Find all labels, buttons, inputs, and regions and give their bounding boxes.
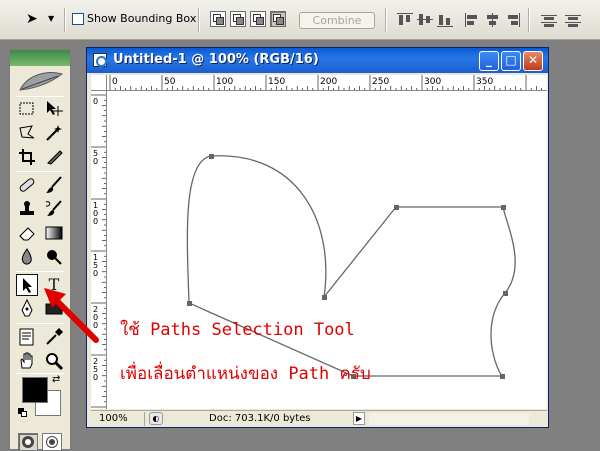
toolbox-separator — [16, 96, 64, 97]
ruler-left-label: 0 — [93, 269, 98, 278]
status-bar: 100% ◐ Doc: 703.1K/0 bytes ▶ — [91, 410, 547, 426]
zoom-icon[interactable] — [43, 350, 65, 372]
ruler-top-label: 350 — [476, 77, 493, 87]
crop-icon[interactable] — [16, 146, 38, 168]
minimize-button[interactable]: _ — [479, 51, 499, 71]
quick-mask-mode-button[interactable] — [42, 433, 62, 451]
notes-icon[interactable] — [16, 326, 38, 348]
path-selection-preset-icon: ➤ — [26, 11, 38, 27]
ruler-left-label: 0 — [93, 373, 98, 382]
toolbox-panel: T ⇄ — [9, 49, 71, 451]
blur-icon[interactable] — [16, 246, 38, 268]
options-separator — [64, 8, 66, 32]
move-icon[interactable] — [43, 98, 65, 120]
align-vertical-centers-icon[interactable] — [416, 12, 434, 28]
status-menu-arrow-icon[interactable]: ▶ — [353, 412, 365, 425]
brush-icon[interactable] — [43, 174, 65, 196]
align-bottom-edges-icon[interactable] — [436, 12, 454, 28]
show-bounding-box-checkbox[interactable] — [72, 12, 84, 25]
default-colors-icon[interactable] — [18, 408, 27, 417]
ruler-top-label: 150 — [268, 77, 285, 87]
magic-wand-icon[interactable] — [43, 122, 65, 144]
toolbox-separator — [16, 171, 64, 172]
clone-stamp-icon[interactable] — [16, 198, 38, 220]
exclude-overlapping-path-areas-button[interactable] — [270, 11, 286, 27]
healing-brush-icon[interactable] — [16, 174, 38, 196]
shape-icon[interactable] — [43, 298, 65, 320]
horizontal-scrollbar[interactable] — [369, 413, 529, 425]
document-title-bar[interactable]: Untitled-1 @ 100% (RGB/16) _ □ ✕ — [87, 48, 548, 73]
ruler-left-label: 0 — [93, 321, 98, 330]
photoshop-document-icon — [93, 53, 107, 67]
document-size-info: Doc: 703.1K/0 bytes — [209, 413, 311, 424]
path-selection-icon[interactable] — [16, 274, 38, 296]
intersect-path-areas-button[interactable] — [250, 11, 266, 27]
maximize-button[interactable]: □ — [501, 51, 521, 71]
align-right-edges-icon[interactable] — [504, 12, 522, 28]
ruler-left-label: 0 — [93, 217, 98, 226]
annotation-line-1: ใช้ Paths Selection Tool — [120, 320, 355, 340]
toolbox-title-bar[interactable] — [10, 50, 70, 66]
combine-button[interactable]: Combine — [299, 12, 375, 29]
ruler-top-label: 200 — [320, 77, 337, 87]
ruler-top-label: 300 — [424, 77, 441, 87]
tool-preset-picker[interactable]: ➤ ▼ — [22, 9, 62, 31]
ruler-top-label: 0 — [112, 77, 118, 87]
annotation-line-2: เพื่อเลื่อนตำแหน่งของ Path ครับ — [120, 364, 371, 384]
horizontal-ruler[interactable]: 0 50 100 150 200 250 300 350 — [107, 75, 547, 91]
eraser-icon[interactable] — [16, 222, 38, 244]
options-separator — [385, 8, 387, 32]
options-bar: ➤ ▼ Show Bounding Box Combine — [0, 0, 600, 40]
show-bounding-box-option[interactable]: Show Bounding Box — [72, 12, 196, 25]
add-to-path-area-button[interactable] — [210, 11, 226, 27]
ruler-top-label: 250 — [372, 77, 389, 87]
ruler-left-label: 0 — [93, 157, 98, 166]
show-bounding-box-label: Show Bounding Box — [87, 12, 197, 25]
ruler-top-label: 100 — [216, 77, 233, 87]
swap-colors-icon[interactable]: ⇄ — [52, 374, 60, 385]
history-brush-icon[interactable] — [43, 198, 65, 220]
pen-icon[interactable] — [16, 298, 38, 320]
options-separator — [198, 8, 200, 32]
path-anchor-points[interactable] — [187, 154, 508, 379]
rectangular-marquee-icon[interactable] — [16, 98, 38, 120]
foreground-color-swatch[interactable] — [22, 377, 48, 403]
distribute-top-icon[interactable] — [540, 12, 558, 28]
chevron-down-icon: ▼ — [48, 14, 55, 23]
vertical-ruler[interactable]: 050100150200250 — [91, 91, 107, 409]
photoshop-feather-logo-icon[interactable] — [14, 68, 66, 96]
ruler-top-label: 50 — [164, 77, 176, 87]
eyedropper-icon[interactable] — [43, 326, 65, 348]
standard-mode-button[interactable] — [18, 433, 38, 451]
toolbox-separator — [16, 271, 64, 272]
slice-icon[interactable] — [43, 146, 65, 168]
type-icon[interactable]: T — [43, 274, 65, 296]
lasso-icon[interactable] — [16, 122, 38, 144]
dodge-icon[interactable] — [43, 246, 65, 268]
distribute-vertical-centers-icon[interactable] — [564, 12, 582, 28]
align-left-edges-icon[interactable] — [464, 12, 482, 28]
align-top-edges-icon[interactable] — [396, 12, 414, 28]
hand-icon[interactable] — [16, 350, 38, 372]
options-separator — [528, 8, 530, 32]
status-info-icon[interactable]: ◐ — [149, 412, 163, 425]
ruler-origin[interactable] — [91, 75, 107, 91]
close-button[interactable]: ✕ — [523, 51, 543, 71]
align-horizontal-centers-icon[interactable] — [484, 12, 502, 28]
zoom-level-field[interactable]: 100% — [95, 412, 145, 426]
toolbox-separator — [16, 323, 64, 324]
ruler-left-label: 0 — [93, 97, 98, 106]
document-title: Untitled-1 @ 100% (RGB/16) — [113, 52, 319, 67]
gradient-icon[interactable] — [43, 222, 65, 244]
subtract-from-path-area-button[interactable] — [230, 11, 246, 27]
